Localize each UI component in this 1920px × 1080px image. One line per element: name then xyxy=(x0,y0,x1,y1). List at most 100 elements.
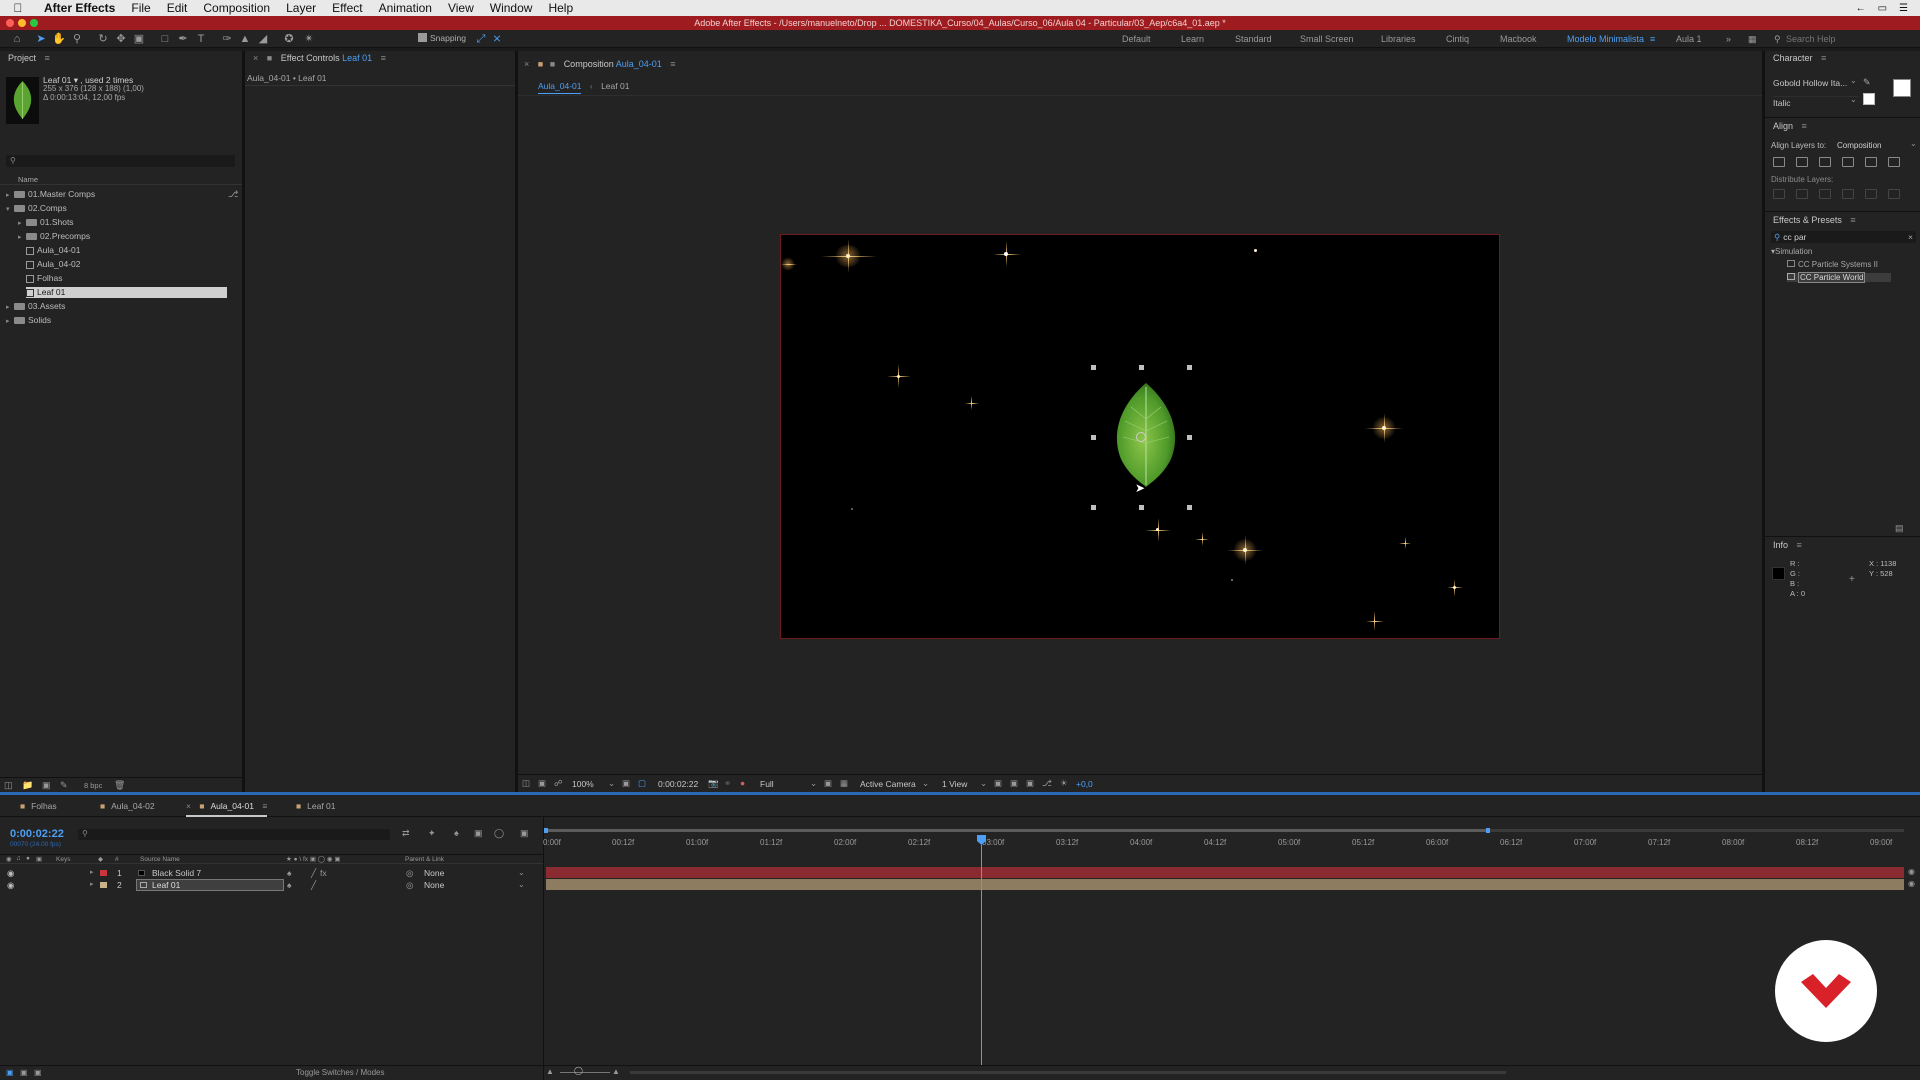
video-switch-icon[interactable]: ◉ xyxy=(6,855,12,863)
close-tab-icon[interactable]: × xyxy=(186,801,191,811)
chevron-down-icon[interactable]: ⌄ xyxy=(810,778,817,789)
visibility-icon[interactable]: ◉ xyxy=(7,879,14,891)
menu-app-name[interactable]: After Effects xyxy=(36,1,123,15)
timeline-scrollbar[interactable] xyxy=(630,1071,1506,1074)
collapse-arrow-icon[interactable]: ▸ xyxy=(18,218,26,229)
camera-tool-icon[interactable]: ✥ xyxy=(114,32,128,46)
menu-layer[interactable]: Layer xyxy=(278,1,324,15)
show-snapshot-icon[interactable]: ⚭ xyxy=(724,778,731,789)
effect-cc-particle-world[interactable]: CC Particle World xyxy=(1787,272,1891,283)
panel-menu-icon[interactable]: ≡ xyxy=(1802,121,1807,131)
workspace-modelo-minimalista[interactable]: Modelo Minimalista xyxy=(1567,34,1644,44)
stroke-color-swatch[interactable] xyxy=(1863,93,1875,105)
project-item-folhas[interactable]: Folhas xyxy=(26,273,63,284)
anchor-point-icon[interactable] xyxy=(1136,432,1146,442)
label-color-swatch[interactable] xyxy=(100,870,107,876)
timeline-search-input[interactable]: ⚲ xyxy=(78,829,390,840)
project-panel-header[interactable]: Project ≡ xyxy=(0,51,242,65)
search-help-icon[interactable]: ⚲ xyxy=(1774,34,1781,45)
layer-row-2[interactable]: ◉ ▸ 2 Leaf 01 ♠ ╱ ◎ None ⌄ xyxy=(0,879,543,891)
camera-dropdown[interactable]: Active Camera xyxy=(860,779,916,789)
panel-menu-icon[interactable]: ≡ xyxy=(45,53,50,63)
window-icon[interactable]: ▭ xyxy=(1878,3,1887,14)
collapse-arrow-icon[interactable]: ▸ xyxy=(6,190,14,201)
viewer-timecode[interactable]: 0:00:02:22 xyxy=(658,779,698,789)
views-dropdown[interactable]: 1 View xyxy=(942,779,967,789)
effects-presets-header[interactable]: Effects & Presets ≡ xyxy=(1765,213,1920,227)
transform-handle[interactable] xyxy=(1187,365,1192,370)
parent-pickwhip-icon[interactable]: ◎ xyxy=(406,879,413,891)
new-composition-icon[interactable]: ▣ xyxy=(42,780,51,791)
minimize-window-icon[interactable] xyxy=(18,19,26,27)
solo-switch-icon[interactable]: ● xyxy=(26,855,30,862)
zoom-slider-thumb-icon[interactable]: ◯ xyxy=(574,1066,583,1075)
collapse-arrow-icon[interactable]: ▸ xyxy=(18,232,26,243)
toggle-switches-modes[interactable]: Toggle Switches / Modes xyxy=(296,1068,385,1077)
workspace-small-screen[interactable]: Small Screen xyxy=(1300,34,1354,44)
quality-switch-icon[interactable]: ╱ xyxy=(311,867,316,879)
expand-switches-icon[interactable]: ▣ xyxy=(20,1068,28,1077)
current-timecode[interactable]: 0:00:02:22 xyxy=(10,828,64,840)
project-search-input[interactable]: ⚲ xyxy=(6,155,235,167)
snap-edges-icon[interactable]: ⤢ xyxy=(474,32,488,46)
project-item-solids[interactable]: ▸ Solids xyxy=(6,315,51,326)
font-style-dropdown[interactable]: Italic xyxy=(1773,96,1858,108)
menu-view[interactable]: View xyxy=(440,1,482,15)
workspace-default[interactable]: Default xyxy=(1122,34,1151,44)
project-item-master-comps[interactable]: ▸ 01.Master Comps xyxy=(6,189,95,200)
workspace-cintiq[interactable]: Cintiq xyxy=(1446,34,1469,44)
collapse-arrow-icon[interactable]: ▸ xyxy=(90,879,94,891)
zoom-tool-icon[interactable]: ⚲ xyxy=(70,32,84,46)
collapse-arrow-icon[interactable]: ▸ xyxy=(90,867,94,879)
eraser-tool-icon[interactable]: ◢ xyxy=(256,32,270,46)
distribute-bottom-icon[interactable] xyxy=(1888,189,1900,199)
chevron-down-icon[interactable]: ⌄ xyxy=(518,867,525,879)
channel-icon[interactable]: ● xyxy=(740,778,745,788)
chevron-down-icon[interactable]: ⌄ xyxy=(608,778,615,789)
collapse-arrow-icon[interactable]: ▸ xyxy=(6,302,14,313)
transform-handle[interactable] xyxy=(1139,365,1144,370)
shy-switch-icon[interactable]: ♠ xyxy=(287,867,292,879)
expand-arrow-icon[interactable]: ▾ xyxy=(6,204,14,215)
workspace-menu-icon[interactable]: ≡ xyxy=(1650,34,1655,44)
parent-pickwhip-icon[interactable]: ◎ xyxy=(406,867,413,879)
parent-dropdown[interactable]: None xyxy=(424,867,444,879)
composition-header[interactable]: × ■ ■ Composition Aula_04-01 ≡ xyxy=(518,51,1762,69)
search-help-input[interactable] xyxy=(1786,32,1906,45)
parent-dropdown[interactable]: None xyxy=(424,879,444,891)
snap-features-icon[interactable]: ⨯ xyxy=(490,32,504,46)
flowchart-icon[interactable]: ▣ xyxy=(1010,778,1018,789)
effect-cc-particle-systems-ii[interactable]: CC Particle Systems II xyxy=(1787,260,1878,269)
comp-mini-flowchart-icon[interactable]: ⇄ xyxy=(402,828,410,839)
align-bottom-icon[interactable] xyxy=(1888,157,1900,167)
transform-handle[interactable] xyxy=(1091,505,1096,510)
delete-icon[interactable]: 🗑 xyxy=(114,780,125,791)
workspace-learn[interactable]: Learn xyxy=(1181,34,1204,44)
pen-tool-icon[interactable]: ✒ xyxy=(176,32,190,46)
playhead-line[interactable] xyxy=(981,845,982,1065)
selection-tool-icon[interactable]: ➤ xyxy=(34,32,48,46)
shy-switch-icon[interactable]: ♠ xyxy=(287,879,292,891)
zoom-in-icon[interactable]: ▲ xyxy=(612,1067,620,1076)
project-settings-icon[interactable]: ✎ xyxy=(60,780,68,791)
distribute-top-icon[interactable] xyxy=(1842,189,1854,199)
close-window-icon[interactable] xyxy=(6,19,14,27)
panel-menu-icon[interactable]: ≡ xyxy=(262,801,267,811)
effect-switch-icon[interactable]: fx xyxy=(320,867,327,879)
draft-3d-icon[interactable]: ✦ xyxy=(428,828,436,839)
clone-stamp-tool-icon[interactable]: ▲ xyxy=(238,32,252,46)
chevron-down-icon[interactable]: ⌄ xyxy=(922,778,929,789)
frame-blending-icon[interactable]: ▣ xyxy=(474,828,483,839)
align-left-icon[interactable] xyxy=(1773,157,1785,167)
rectangle-tool-icon[interactable]: □ xyxy=(158,32,172,46)
chevron-down-icon[interactable]: ⌄ xyxy=(1910,139,1917,148)
layer-bar-black-solid[interactable] xyxy=(546,867,1904,878)
workspace-aula-1[interactable]: Aula 1 xyxy=(1676,34,1702,44)
tab-folhas[interactable]: ■ Folhas xyxy=(20,801,57,811)
zoom-window-icon[interactable] xyxy=(30,19,38,27)
transform-handle[interactable] xyxy=(1091,365,1096,370)
work-area-range[interactable] xyxy=(544,829,1488,832)
eyedropper-icon[interactable]: ✎ xyxy=(1863,77,1871,88)
layer-switches-icons[interactable]: ★ ● \ fx ▣ ◯ ◉ ▣ xyxy=(286,855,341,863)
layer-end-icon[interactable]: ◉ xyxy=(1908,867,1915,876)
